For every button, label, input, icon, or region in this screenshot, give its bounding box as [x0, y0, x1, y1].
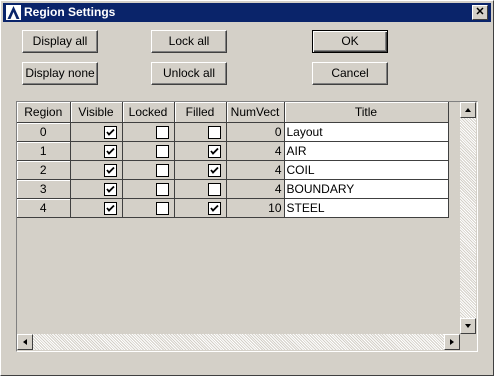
title-cell[interactable]: Layout	[284, 122, 449, 142]
column-header[interactable]: Title	[284, 102, 449, 123]
scroll-left-button[interactable]	[17, 334, 33, 350]
filled-checkbox[interactable]	[207, 145, 221, 159]
region-number: 0	[17, 122, 71, 142]
scroll-right-button[interactable]	[444, 334, 460, 350]
region-settings-dialog: Region Settings ✕ Display all Display no…	[0, 0, 494, 376]
locked-cell	[122, 198, 175, 218]
visible-cell	[70, 160, 123, 180]
filled-checkbox[interactable]	[207, 202, 221, 216]
table-row: 0 0 Layout	[17, 122, 449, 142]
title-cell[interactable]: AIR	[284, 141, 449, 161]
visible-checkbox[interactable]	[103, 202, 117, 216]
unlock-all-button[interactable]: Unlock all	[151, 62, 227, 85]
table-header-row: Region Visible Locked Filled NumVect Title	[17, 102, 449, 123]
title-cell[interactable]: BOUNDARY	[284, 179, 449, 199]
numvect-cell: 10	[226, 198, 285, 218]
column-header[interactable]: NumVect	[226, 102, 285, 123]
vertical-scrollbar[interactable]	[460, 102, 476, 334]
ok-button[interactable]: OK	[312, 30, 388, 53]
window-title: Region Settings	[24, 5, 116, 19]
filled-cell	[174, 122, 227, 142]
region-number: 1	[17, 141, 71, 161]
title-cell[interactable]: STEEL	[284, 198, 449, 218]
title-bar[interactable]: Region Settings ✕	[3, 3, 491, 22]
arrow-right-icon	[450, 339, 454, 345]
display-all-button[interactable]: Display all	[22, 30, 98, 53]
numvect-cell: 4	[226, 141, 285, 161]
visible-cell	[70, 122, 123, 142]
numvect-cell: 4	[226, 160, 285, 180]
region-grid[interactable]: Region Visible Locked Filled NumVect Title 0 0…	[16, 101, 478, 352]
locked-cell	[122, 179, 175, 199]
app-logo-icon	[6, 5, 21, 20]
scroll-up-button[interactable]	[460, 102, 476, 118]
column-header[interactable]: Visible	[70, 102, 123, 123]
numvect-cell: 4	[226, 179, 285, 199]
close-icon: ✕	[475, 6, 485, 18]
region-number: 3	[17, 179, 71, 199]
scroll-corner	[460, 334, 476, 350]
locked-checkbox[interactable]	[155, 202, 169, 216]
filled-checkbox[interactable]	[207, 126, 221, 140]
locked-checkbox[interactable]	[155, 164, 169, 178]
title-cell[interactable]: COIL	[284, 160, 449, 180]
locked-cell	[122, 141, 175, 161]
arrow-left-icon	[23, 339, 27, 345]
locked-cell	[122, 122, 175, 142]
filled-checkbox[interactable]	[207, 164, 221, 178]
filled-cell	[174, 160, 227, 180]
table-row: 4 10 STEEL	[17, 198, 449, 218]
region-number: 4	[17, 198, 71, 218]
column-header[interactable]: Filled	[174, 102, 227, 123]
filled-cell	[174, 198, 227, 218]
display-none-button[interactable]: Display none	[22, 62, 98, 85]
region-table: Region Visible Locked Filled NumVect Title 0 0…	[17, 102, 449, 218]
region-number: 2	[17, 160, 71, 180]
visible-cell	[70, 198, 123, 218]
table-row: 1 4 AIR	[17, 141, 449, 161]
table-row: 3 4 BOUNDARY	[17, 179, 449, 199]
visible-cell	[70, 179, 123, 199]
numvect-cell: 0	[226, 122, 285, 142]
locked-cell	[122, 160, 175, 180]
lock-all-button[interactable]: Lock all	[151, 30, 227, 53]
visible-checkbox[interactable]	[103, 164, 117, 178]
visible-checkbox[interactable]	[103, 145, 117, 159]
visible-checkbox[interactable]	[103, 126, 117, 140]
arrow-up-icon	[465, 108, 471, 112]
scroll-down-button[interactable]	[460, 318, 476, 334]
table-row: 2 4 COIL	[17, 160, 449, 180]
filled-checkbox[interactable]	[207, 183, 221, 197]
filled-cell	[174, 179, 227, 199]
column-header[interactable]: Locked	[122, 102, 175, 123]
column-header[interactable]: Region	[17, 102, 71, 123]
locked-checkbox[interactable]	[155, 145, 169, 159]
visible-cell	[70, 141, 123, 161]
locked-checkbox[interactable]	[155, 126, 169, 140]
close-button[interactable]: ✕	[472, 5, 488, 20]
horizontal-scrollbar[interactable]	[17, 334, 460, 350]
locked-checkbox[interactable]	[155, 183, 169, 197]
filled-cell	[174, 141, 227, 161]
arrow-down-icon	[465, 324, 471, 328]
visible-checkbox[interactable]	[103, 183, 117, 197]
cancel-button[interactable]: Cancel	[312, 62, 388, 85]
